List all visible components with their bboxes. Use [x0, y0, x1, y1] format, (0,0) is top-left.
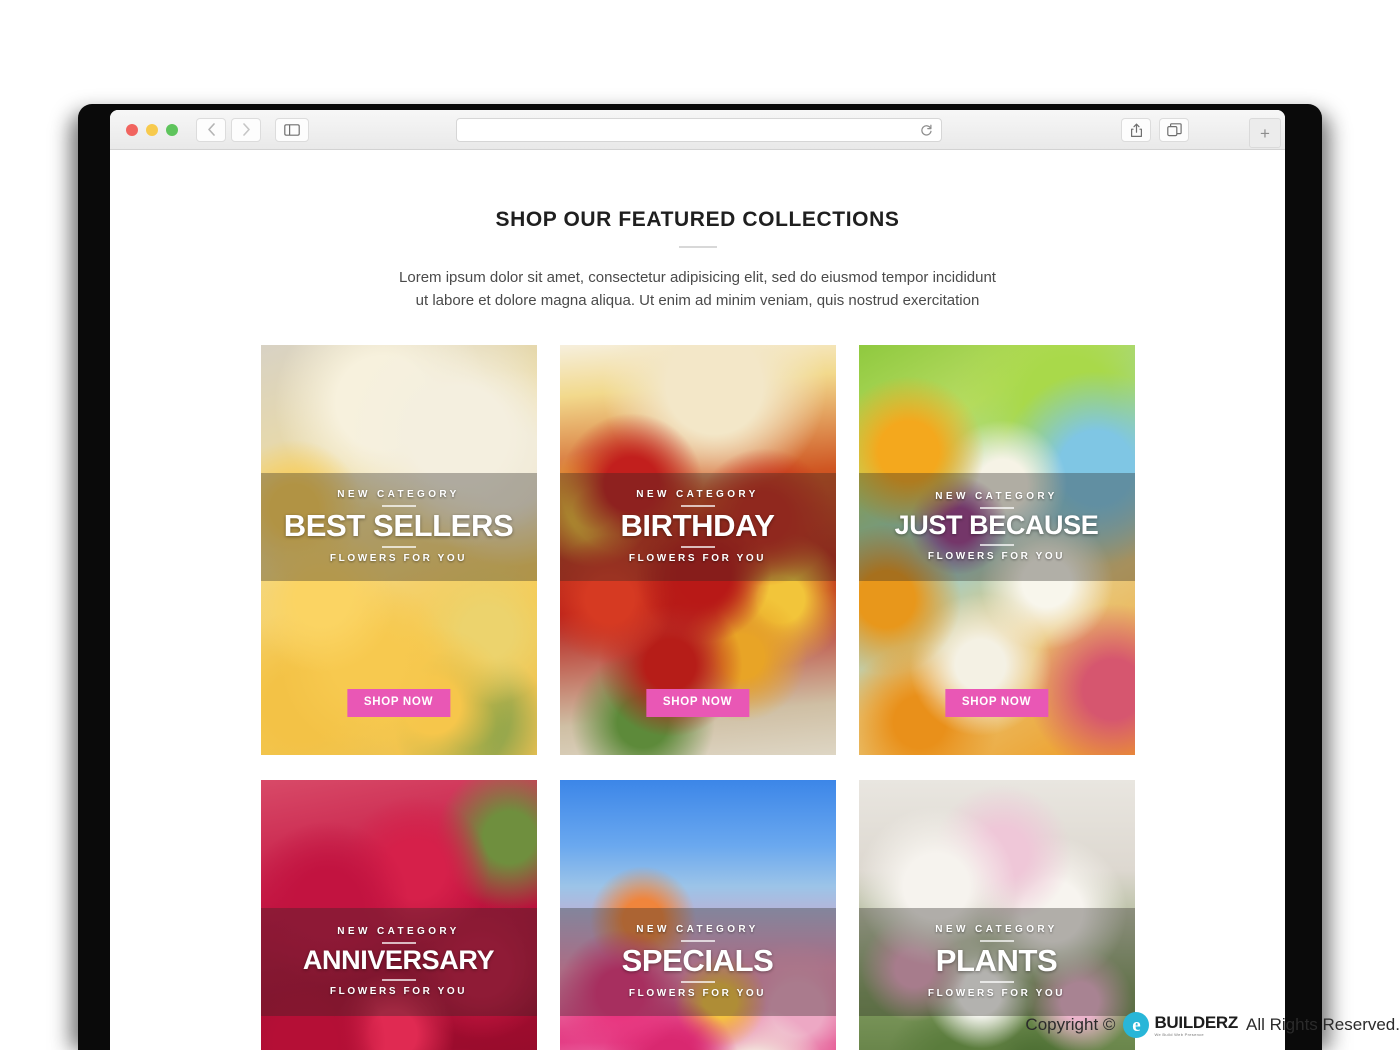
ebuilderz-brand: BUILDERZ We Build Web Presence [1154, 1014, 1238, 1037]
caption-divider-bottom [979, 980, 1014, 983]
collection-caption-band: NEW CATEGORY ANNIVERSARY FLOWERS FOR YOU [260, 907, 537, 1016]
brand-name: BUILDERZ [1154, 1012, 1238, 1032]
collection-card-best-sellers[interactable]: NEW CATEGORY BEST SELLERS FLOWERS FOR YO… [260, 344, 537, 755]
collection-name: PLANTS [935, 943, 1058, 979]
collection-tagline: FLOWERS FOR YOU [628, 552, 767, 564]
caption-divider-top [680, 940, 715, 943]
screenshot-stage: + SHOP OUR FEATURED COLLECTIONS Lorem ip… [0, 0, 1400, 1050]
page-title: SHOP OUR FEATURED COLLECTIONS [495, 208, 900, 231]
navigation-buttons [196, 117, 261, 142]
collection-name: SPECIALS [621, 943, 774, 979]
caption-divider-bottom [680, 545, 715, 548]
collection-card-just-because[interactable]: NEW CATEGORY JUST BECAUSE FLOWERS FOR YO… [858, 344, 1135, 755]
collection-caption-band: NEW CATEGORY BIRTHDAY FLOWERS FOR YOU [559, 472, 836, 581]
collection-card-birthday[interactable]: NEW CATEGORY BIRTHDAY FLOWERS FOR YOU SH… [559, 344, 836, 755]
new-tab-button[interactable]: + [1249, 118, 1281, 148]
tab-overview-button[interactable] [1159, 118, 1189, 142]
collection-name: BEST SELLERS [283, 508, 514, 544]
ebuilderz-mark-icon: e [1123, 1012, 1150, 1038]
collections-grid: NEW CATEGORY BEST SELLERS FLOWERS FOR YO… [260, 344, 1135, 1050]
chevron-left-icon [207, 123, 215, 136]
shop-now-button[interactable]: SHOP NOW [944, 689, 1049, 717]
share-button[interactable] [1121, 118, 1151, 142]
browser-window: + SHOP OUR FEATURED COLLECTIONS Lorem ip… [110, 110, 1285, 1050]
caption-divider-top [680, 505, 715, 508]
collection-tagline: FLOWERS FOR YOU [329, 552, 468, 564]
brand-tagline: We Build Web Presence [1154, 1031, 1204, 1037]
ebuilderz-logo: e BUILDERZ We Build Web Presence [1123, 1012, 1238, 1038]
close-window-button[interactable] [126, 123, 138, 136]
sidebar-icon [284, 123, 300, 136]
collection-caption-band: NEW CATEGORY JUST BECAUSE FLOWERS FOR YO… [858, 472, 1135, 581]
collection-caption-band: NEW CATEGORY BEST SELLERS FLOWERS FOR YO… [260, 472, 537, 581]
collection-eyebrow: NEW CATEGORY [935, 924, 1058, 936]
address-bar[interactable] [456, 118, 942, 142]
collection-name: BIRTHDAY [620, 508, 775, 544]
collection-eyebrow: NEW CATEGORY [935, 491, 1058, 503]
forward-button[interactable] [231, 117, 261, 142]
collection-tagline: FLOWERS FOR YOU [927, 987, 1066, 999]
copyright-watermark: Copyright © e BUILDERZ We Build Web Pres… [1025, 1012, 1400, 1038]
collection-caption-band: NEW CATEGORY SPECIALS FLOWERS FOR YOU [559, 907, 836, 1016]
title-divider [678, 246, 717, 248]
caption-divider-top [979, 940, 1014, 943]
minimize-window-button[interactable] [146, 123, 158, 136]
collection-eyebrow: NEW CATEGORY [337, 926, 460, 938]
browser-titlebar: + [110, 110, 1285, 150]
collection-card-specials[interactable]: NEW CATEGORY SPECIALS FLOWERS FOR YOU [559, 779, 836, 1050]
page-subtitle: Lorem ipsum dolor sit amet, consectetur … [399, 269, 996, 310]
shop-now-button[interactable]: SHOP NOW [645, 689, 750, 717]
caption-divider-top [979, 507, 1014, 510]
shop-now-button[interactable]: SHOP NOW [346, 689, 451, 717]
caption-divider-bottom [381, 545, 416, 548]
back-button[interactable] [196, 117, 226, 142]
collection-tagline: FLOWERS FOR YOU [927, 550, 1066, 562]
caption-divider-top [381, 942, 416, 945]
collection-card-anniversary[interactable]: NEW CATEGORY ANNIVERSARY FLOWERS FOR YOU [260, 779, 537, 1050]
caption-divider-bottom [979, 543, 1014, 546]
tabs-overview-icon [1166, 123, 1182, 137]
maximize-window-button[interactable] [166, 123, 178, 136]
collection-eyebrow: NEW CATEGORY [636, 924, 759, 936]
caption-divider-top [381, 505, 416, 508]
collection-caption-band: NEW CATEGORY PLANTS FLOWERS FOR YOU [858, 907, 1135, 1016]
collection-card-plants[interactable]: NEW CATEGORY PLANTS FLOWERS FOR YOU [858, 779, 1135, 1050]
chevron-right-icon [242, 123, 250, 136]
collection-eyebrow: NEW CATEGORY [636, 489, 759, 501]
page-viewport: SHOP OUR FEATURED COLLECTIONS Lorem ipsu… [110, 150, 1285, 1050]
window-traffic-lights [126, 123, 178, 136]
reload-icon[interactable] [920, 124, 933, 137]
show-sidebar-button[interactable] [275, 117, 309, 142]
collection-name: ANNIVERSARY [302, 945, 495, 976]
collection-tagline: FLOWERS FOR YOU [628, 987, 767, 999]
toolbar-right-buttons [1121, 118, 1189, 142]
caption-divider-bottom [680, 980, 715, 983]
collection-name: JUST BECAUSE [894, 510, 1099, 541]
caption-divider-bottom [381, 978, 416, 981]
copyright-suffix: All Rights Reserved. [1245, 1015, 1400, 1034]
share-icon [1130, 123, 1142, 137]
collection-eyebrow: NEW CATEGORY [337, 489, 460, 501]
copyright-prefix: Copyright © [1025, 1015, 1116, 1034]
collection-tagline: FLOWERS FOR YOU [329, 985, 468, 997]
